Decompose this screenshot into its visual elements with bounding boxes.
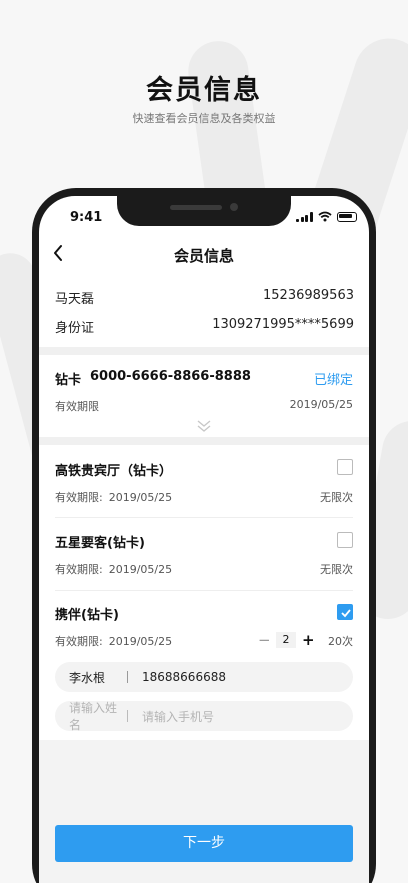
- card-valid-label: 有效期限: [55, 400, 99, 413]
- card-valid-date: 2019/05/25: [289, 398, 353, 411]
- checkmark-icon: [341, 609, 351, 618]
- camera-icon: [230, 203, 238, 211]
- benefit-checkbox-checked[interactable]: [337, 604, 353, 620]
- field-separator: [127, 671, 128, 683]
- cellular-signal-icon: [296, 211, 313, 222]
- next-button[interactable]: 下一步: [55, 825, 353, 862]
- benefit-valid: 有效期限: 2019/05/25: [55, 561, 172, 577]
- card-type: 钻卡: [55, 373, 82, 388]
- benefit-name: 五星要客(钻卡): [55, 536, 145, 551]
- benefit-valid-date: 2019/05/25: [108, 563, 173, 576]
- increment-button[interactable]: +: [302, 632, 315, 648]
- benefit-limit: 无限次: [320, 491, 353, 504]
- benefit-name: 高铁贵宾厅（钻卡）: [55, 464, 173, 479]
- quantity-value[interactable]: 2: [276, 632, 296, 648]
- member-name: 马天磊: [55, 292, 95, 307]
- benefit-checkbox[interactable]: [337, 459, 353, 475]
- field-separator: [127, 710, 128, 722]
- benefit-valid-label: 有效期限:: [55, 491, 103, 504]
- benefit-name: 携伴(钻卡): [55, 608, 119, 623]
- hero-subtitle: 快速查看会员信息及各类权益: [132, 112, 276, 125]
- decrement-button[interactable]: −: [258, 632, 271, 648]
- companion-name[interactable]: 李水根: [55, 669, 127, 686]
- wifi-icon: [317, 211, 332, 222]
- section-divider: [39, 347, 369, 355]
- name-input[interactable]: 请输入姓名: [55, 699, 127, 733]
- phone-input[interactable]: 请输入手机号: [142, 708, 214, 725]
- member-phone: 15236989563: [263, 288, 354, 303]
- benefit-valid-label: 有效期限:: [55, 563, 103, 576]
- benefit-valid-label: 有效期限:: [55, 635, 103, 648]
- benefit-valid-date: 2019/05/25: [108, 491, 173, 504]
- companion-entry[interactable]: 李水根 18688666688: [55, 662, 353, 692]
- benefit-checkbox[interactable]: [337, 532, 353, 548]
- companion-phone[interactable]: 18688666688: [142, 670, 226, 684]
- status-icons: [296, 211, 357, 222]
- benefit-limit: 无限次: [320, 563, 353, 576]
- card-number: 6000-6666-8866-8888: [90, 369, 251, 384]
- page-title: 会员信息: [173, 247, 234, 265]
- id-label: 身份证: [55, 321, 95, 336]
- row-divider: [55, 590, 353, 591]
- benefit-valid: 有效期限: 2019/05/25: [55, 489, 172, 505]
- hero-title: 会员信息: [146, 75, 262, 106]
- card-bound-status[interactable]: 已绑定: [314, 369, 353, 388]
- row-divider: [55, 517, 353, 518]
- status-time: 9:41: [70, 210, 103, 225]
- quantity-stepper: − 2 +: [258, 632, 315, 648]
- battery-icon: [336, 211, 357, 222]
- benefit-valid-date: 2019/05/25: [108, 635, 173, 648]
- section-divider: [39, 437, 369, 445]
- companion-new-entry[interactable]: 请输入姓名 请输入手机号: [55, 699, 353, 733]
- benefit-valid: 有效期限: 2019/05/25: [55, 633, 172, 649]
- id-number: 1309271995****5699: [212, 317, 354, 332]
- speaker-grille: [170, 205, 222, 210]
- expand-button[interactable]: [196, 418, 212, 432]
- double-chevron-down-icon: [197, 420, 211, 432]
- benefit-limit: 20次: [328, 635, 353, 648]
